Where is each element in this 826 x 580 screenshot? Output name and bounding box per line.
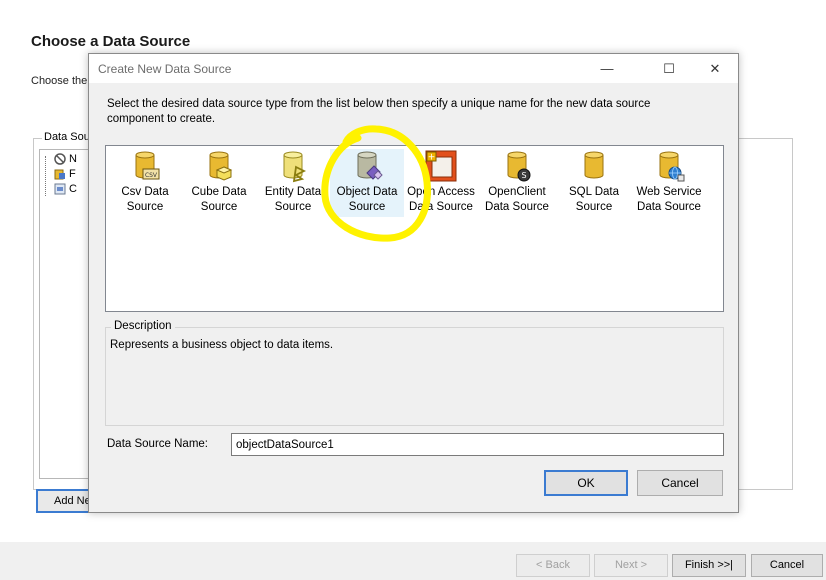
csv-source-icon [54,183,66,195]
close-button[interactable]: ✕ [692,54,738,83]
data-source-item-csv[interactable]: CSV Csv Data Source [108,149,182,217]
dialog-title: Create New Data Source [98,62,232,76]
data-source-item-object[interactable]: Object Data Source [330,149,404,217]
item-label: Cube Data Source [191,186,247,213]
tree-item-label: N [69,153,77,165]
dialog-cancel-button[interactable]: Cancel [637,470,723,496]
tree-item-label: F [69,168,76,180]
data-source-item-sql[interactable]: SQL Data Source [557,149,631,217]
sql-database-icon [584,151,604,179]
tree-item-label: C [69,183,77,195]
description-label: Description [111,320,175,332]
wizard-title: Choose a Data Source [31,33,191,50]
object-database-icon [357,151,383,180]
open-access-icon: + [425,150,457,182]
web-service-database-icon [659,151,685,182]
item-label: Csv Data Source [121,186,169,213]
item-label: Open Access Data Source [407,186,475,213]
data-source-tree[interactable]: N F C [39,149,91,479]
dialog-titlebar[interactable]: Create New Data Source — ☐ ✕ [89,54,738,83]
description-text: Represents a business object to data ite… [110,339,334,351]
entity-database-icon [283,151,307,183]
data-source-item-open-access[interactable]: + Open Access Data Source [404,149,478,217]
data-source-item-cube[interactable]: Cube Data Source [182,149,256,217]
ok-button[interactable]: OK [544,470,628,496]
data-source-item-web-service[interactable]: Web Service Data Source [632,149,706,217]
object-source-icon [54,169,65,180]
svg-text:CSV: CSV [145,172,158,179]
maximize-button[interactable]: ☐ [646,54,692,83]
next-button[interactable]: Next > [594,554,668,577]
tree-item[interactable]: N [54,153,77,165]
openclient-database-icon: S [507,151,531,182]
minimize-button[interactable]: — [584,54,630,83]
data-source-item-entity[interactable]: Entity Data Source [256,149,330,217]
back-button[interactable]: < Back [516,554,590,577]
wizard-cancel-button[interactable]: Cancel [751,554,823,577]
no-entry-icon [54,153,66,165]
csv-database-icon: CSV [135,151,160,180]
item-label: Web Service Data Source [636,186,702,213]
data-source-name-label: Data Source Name: [107,438,208,450]
data-source-group-label: Data Sou [42,131,92,143]
maximize-icon: ☐ [663,61,675,76]
tree-item[interactable]: F [54,168,76,180]
item-label: Object Data Source [336,186,398,213]
close-icon: ✕ [709,61,721,76]
data-source-name-input[interactable] [231,433,724,456]
minimize-icon: — [600,61,614,76]
item-label: OpenClient Data Source [485,186,549,213]
svg-text:+: + [428,153,436,163]
wizard-subtitle: Choose the [31,75,88,87]
svg-text:S: S [521,171,526,180]
data-source-item-openclient[interactable]: S OpenClient Data Source [480,149,554,217]
cube-database-icon [209,151,233,181]
item-label: Entity Data Source [264,186,322,213]
create-data-source-dialog: Create New Data Source — ☐ ✕ Select the … [88,53,739,513]
item-label: SQL Data Source [568,186,620,213]
dialog-instructions: Select the desired data source type from… [107,98,651,125]
finish-button[interactable]: Finish >>| [672,554,746,577]
data-source-type-list[interactable]: CSV Csv Data Source Cube Data Source Entit… [105,145,724,312]
tree-item[interactable]: C [54,183,77,195]
